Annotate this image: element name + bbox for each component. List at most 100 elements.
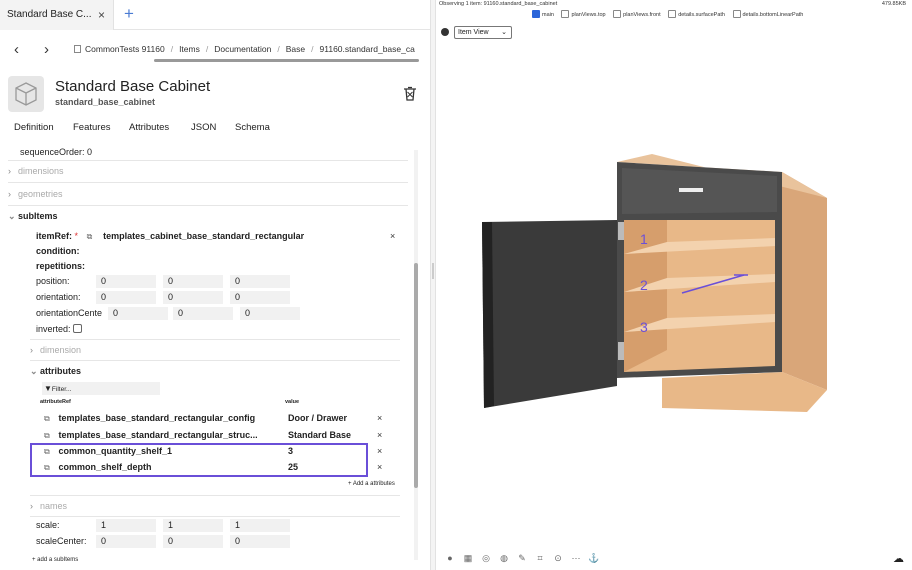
itemref-label: itemRef:: [36, 231, 73, 241]
close-tab-icon[interactable]: ×: [98, 0, 105, 30]
tab-attributes[interactable]: Attributes: [129, 122, 169, 133]
remove-itemref-button[interactable]: ×: [390, 231, 395, 241]
tab-features[interactable]: Features: [73, 122, 111, 133]
breadcrumb-item-documentation[interactable]: Documentation: [214, 44, 271, 54]
add-subitem-button[interactable]: + add a subItems: [32, 557, 78, 563]
cloud-icon[interactable]: ☁: [893, 552, 904, 565]
subitems-row[interactable]: ⌄ subItems: [8, 207, 408, 225]
view-select[interactable]: Item View ⌄: [454, 26, 512, 39]
breadcrumb-item-base[interactable]: Base: [286, 44, 305, 54]
frame-icon[interactable]: ⌗: [531, 553, 549, 564]
remove-attribute-button[interactable]: ×: [377, 409, 382, 427]
cabinet-door[interactable]: [482, 220, 617, 408]
palette-icon[interactable]: ●: [441, 553, 459, 563]
orientation-z-input[interactable]: 0: [230, 291, 290, 304]
new-tab-button[interactable]: +: [124, 4, 134, 24]
filter-input[interactable]: ▼Filter...: [42, 382, 160, 395]
tab-standard-base-cabinet[interactable]: Standard Base C... ×: [0, 0, 114, 30]
scale-z-input[interactable]: 1: [230, 519, 290, 532]
position-x-input[interactable]: 0: [96, 275, 156, 288]
forward-button[interactable]: ›: [44, 41, 49, 58]
cube-icon: [8, 76, 44, 112]
dimension-label: dimension: [40, 345, 82, 355]
app-window: Standard Base C... × + ‹ › CommonTests 9…: [0, 0, 912, 570]
tab-json[interactable]: JSON: [191, 122, 216, 133]
cabinet-3d-view[interactable]: 1 2 3: [472, 150, 872, 450]
attributes-label: attributes: [40, 366, 82, 376]
scale-x-input[interactable]: 1: [96, 519, 156, 532]
definition-tree: sequenceOrder: 0 › dimensions › geometries…: [8, 145, 418, 570]
chevron-down-icon: ⌄: [8, 211, 16, 221]
hinge-bottom: [618, 342, 624, 360]
compass-icon[interactable]: ◎: [477, 553, 495, 564]
orientation-center-y-input[interactable]: 0: [173, 307, 233, 320]
chevron-right-icon: ›: [30, 501, 33, 511]
dots-icon[interactable]: ⋯: [567, 553, 585, 564]
breadcrumb-item-project[interactable]: CommonTests 91160: [85, 44, 165, 54]
scale-y-input[interactable]: 1: [163, 519, 223, 532]
grid-icon[interactable]: ▦: [459, 553, 477, 564]
delete-icon[interactable]: [402, 86, 418, 102]
scale-center-z-input[interactable]: 0: [230, 535, 290, 548]
remove-attribute-button[interactable]: ×: [377, 458, 382, 476]
checkbox[interactable]: [561, 10, 570, 18]
geometries-row[interactable]: › geometries: [8, 185, 408, 203]
layer-toggle-main[interactable]: main: [532, 10, 554, 18]
checkbox-checked[interactable]: [532, 10, 540, 18]
filter-placeholder: Filter...: [51, 386, 72, 393]
anchor-icon[interactable]: ⚓: [585, 553, 603, 564]
checkbox[interactable]: [613, 10, 622, 18]
tab-definition[interactable]: Definition: [14, 122, 54, 133]
scale-center-y-input[interactable]: 0: [163, 535, 223, 548]
filter-icon: ▼: [44, 384, 52, 393]
orientation-center-x-input[interactable]: 0: [108, 307, 168, 320]
breadcrumb-item-items[interactable]: Items: [179, 44, 200, 54]
attribute-ref: templates_base_standard_rectangular_conf…: [58, 413, 256, 423]
names-row[interactable]: › names: [30, 497, 418, 515]
dimensions-row[interactable]: › dimensions: [8, 162, 408, 180]
back-button[interactable]: ‹: [14, 41, 19, 58]
shelf-label-2: 2: [640, 277, 648, 293]
dimension-row[interactable]: › dimension: [30, 341, 418, 359]
inverted-row: inverted:: [36, 320, 418, 338]
target-icon[interactable]: ⊙: [549, 553, 567, 564]
breadcrumb-item-current[interactable]: 91160.standard_base_ca: [320, 44, 415, 54]
table-row[interactable]: ⧉ templates_base_standard_rectangular_co…: [44, 409, 404, 427]
layer-toggle-surface-path[interactable]: details.surfacePath: [668, 10, 725, 18]
geometries-label: geometries: [18, 189, 63, 199]
breadcrumb-scrollbar[interactable]: [154, 59, 419, 62]
column-header-value: value: [285, 399, 300, 405]
inverted-checkbox[interactable]: [73, 324, 83, 333]
editor-panel: Standard Base C... × + ‹ › CommonTests 9…: [0, 0, 430, 570]
add-attribute-button[interactable]: + Add a attributes: [348, 481, 395, 487]
tab-schema[interactable]: Schema: [235, 122, 270, 133]
page-title: Standard Base Cabinet: [55, 78, 211, 95]
chevron-right-icon: ›: [30, 345, 33, 355]
highlight-box: [30, 443, 368, 477]
itemref-value[interactable]: templates_cabinet_base_standard_rectangu…: [103, 231, 304, 241]
divider-grip[interactable]: [432, 263, 434, 279]
sequence-order-row: sequenceOrder: 0: [20, 147, 93, 157]
door-edge: [482, 222, 494, 408]
scale-center-x-input[interactable]: 0: [96, 535, 156, 548]
attributes-row[interactable]: ⌄ attributes: [30, 362, 418, 380]
orientation-x-input[interactable]: 0: [96, 291, 156, 304]
position-y-input[interactable]: 0: [163, 275, 223, 288]
layer-toggle-planviews-top[interactable]: planViews.top: [561, 10, 606, 18]
column-header-attributeref: attributeRef: [40, 399, 71, 405]
orientation-y-input[interactable]: 0: [163, 291, 223, 304]
layer-toggle-bottom-linear-path[interactable]: details.bottomLinearPath: [732, 10, 803, 18]
breadcrumb: CommonTests 91160/Items / Documentation / Ba…: [74, 44, 424, 54]
file-size: 479.85KB: [881, 1, 906, 7]
brush-icon[interactable]: ✎: [513, 553, 531, 564]
checkbox[interactable]: [732, 10, 741, 18]
position-z-input[interactable]: 0: [230, 275, 290, 288]
chevron-down-icon: ⌄: [30, 366, 38, 376]
checkbox[interactable]: [668, 10, 677, 18]
sphere-icon[interactable]: ◍: [495, 553, 513, 564]
orientation-center-z-input[interactable]: 0: [240, 307, 300, 320]
shelf-label-1: 1: [640, 231, 648, 247]
layer-toggle-planviews-front[interactable]: planViews.front: [613, 10, 661, 18]
chevron-down-icon: ⌄: [501, 29, 507, 36]
palette-icon[interactable]: [441, 28, 449, 36]
